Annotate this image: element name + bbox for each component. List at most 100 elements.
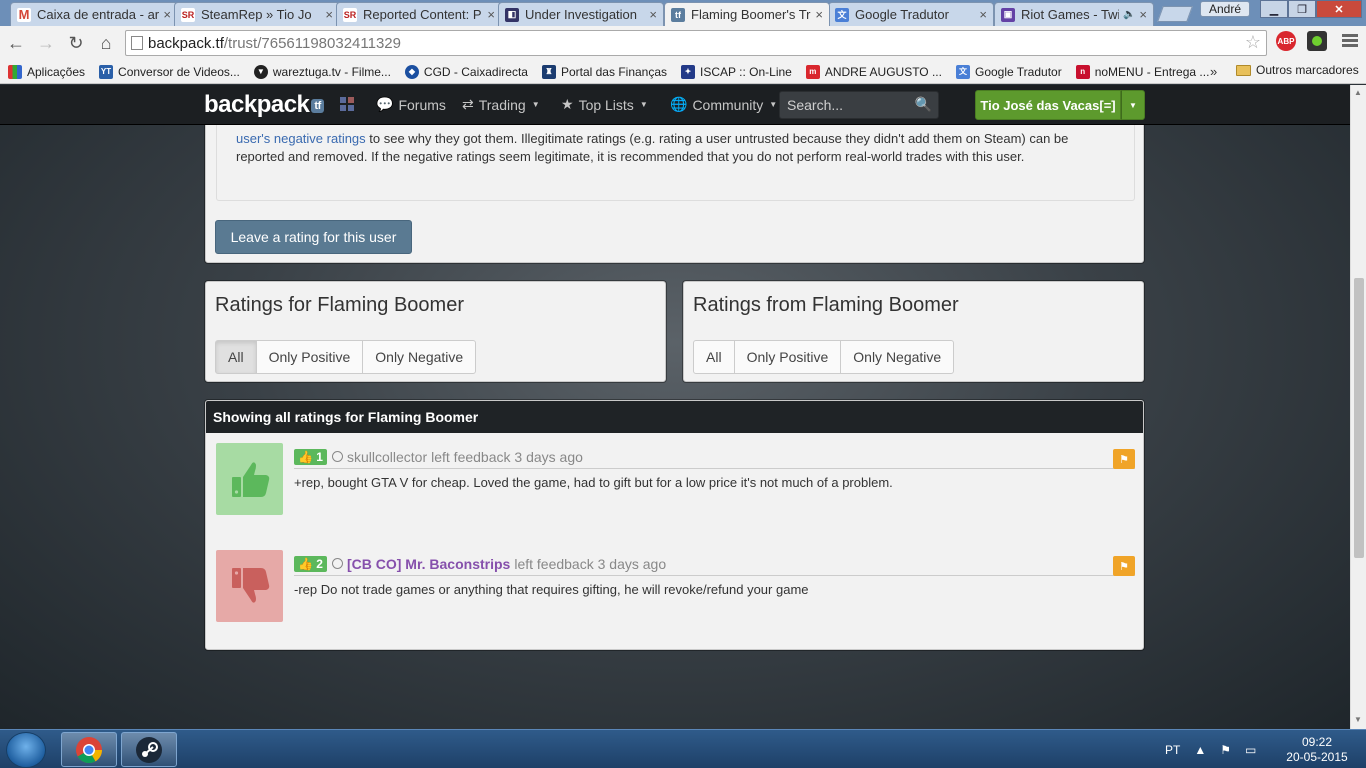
page-scrollbar[interactable]: ▲ ▼ [1350,85,1366,729]
start-button[interactable] [6,732,46,768]
bookmark-nomenu[interactable]: n noMENU - Entrega ... [1075,64,1209,79]
bookmark-cgd[interactable]: ◆ CGD - Caixadirecta [404,64,528,79]
filter-only-negative[interactable]: Only Negative [840,340,955,374]
report-flag-icon[interactable]: ⚑ [1113,556,1135,576]
site-search-input[interactable]: Search... 🔍 [779,91,939,119]
tab-reported-content[interactable]: SR Reported Content: P × [336,2,502,26]
bookmark-apps[interactable]: Aplicações [8,64,85,79]
rating-entry-header: 👍 2 [CB CO] Mr. Baconstrips left feedbac… [294,552,1135,576]
trust-info-box: If you are wondering whether you should … [216,116,1135,201]
vote-badge[interactable]: 👍 2 [294,555,327,572]
language-indicator[interactable]: PT [1165,743,1180,757]
close-tab-icon[interactable]: × [163,7,171,22]
new-tab-button[interactable] [1157,6,1193,22]
ratings-list-header: Showing all ratings for Flaming Boomer [206,401,1143,433]
extension-icon[interactable] [1307,31,1327,51]
filter-all[interactable]: All [693,340,735,374]
close-tab-icon[interactable]: × [979,7,987,22]
rating-text: -rep Do not trade games or anything that… [294,582,809,597]
tab-steamrep[interactable]: SR SteamRep » Tio Jo × [174,2,340,26]
nav-trading[interactable]: ⇄ Trading ▼ [462,96,540,113]
taskbar-chrome[interactable] [61,732,117,767]
tab-gmail[interactable]: M Caixa de entrada - ar × [10,2,178,26]
nav-forums[interactable]: 💬 Forums [376,96,446,113]
profile-name[interactable]: André [1199,1,1250,17]
bookmark-conversor[interactable]: YT Conversor de Videos... [99,64,240,79]
vote-badge[interactable]: 👍 1 [294,448,327,465]
report-flag-icon[interactable]: ⚑ [1113,449,1135,469]
ratings-from-filter: All Only Positive Only Negative [693,340,955,374]
chevron-down-icon: ▼ [531,100,540,109]
scrollbar-thumb[interactable] [1354,278,1364,558]
close-tab-icon[interactable]: × [1139,7,1147,22]
filter-only-positive[interactable]: Only Positive [255,340,364,374]
browser-toolbar: ← → ↻ ⌂ backpack.tf/trust/76561198032411… [0,26,1366,60]
tab-flaming-boomer[interactable]: tf Flaming Boomer's Tr × [664,2,830,26]
bookmark-star-icon[interactable]: ☆ [1245,32,1261,53]
translate-icon: 文 [955,64,970,79]
forward-button[interactable]: → [32,29,60,57]
backpack-logo[interactable]: backpack tf [204,91,324,119]
filter-all[interactable]: All [215,340,257,374]
ratings-list-panel: Showing all ratings for Flaming Boomer 👍… [205,400,1144,650]
clock-date: 20-05-2015 [1286,750,1348,764]
scroll-up-icon[interactable]: ▲ [1354,88,1362,97]
tab-under-investigation[interactable]: ◧ Under Investigation × [498,2,664,26]
rating-entry: 👍 1 skullcollector left feedback 3 days … [216,443,1135,515]
reload-button[interactable]: ↻ [62,29,90,57]
rating-action: left feedback [514,555,594,572]
apps-grid-icon [8,64,22,79]
close-window-button[interactable]: ✕ [1316,0,1362,18]
scroll-down-icon[interactable]: ▼ [1354,715,1362,724]
bookmark-wareztuga[interactable]: ▼ wareztuga.tv - Filme... [253,64,391,79]
close-tab-icon[interactable]: × [487,7,495,22]
search-icon[interactable]: 🔍 [915,96,932,113]
adblock-plus-icon[interactable]: ABP [1276,31,1296,51]
url-path: /trust/76561198032411329 [223,34,401,52]
close-tab-icon[interactable]: × [815,7,823,22]
back-button[interactable]: ← [2,29,30,57]
window-controls: ▁ ❐ ✕ [1260,0,1362,18]
taskbar-clock[interactable]: 09:22 20-05-2015 [1282,735,1352,765]
maximize-button[interactable]: ❐ [1288,0,1316,18]
ratings-from-panel: Ratings from Flaming Boomer All Only Pos… [683,281,1144,382]
tray-expand-icon[interactable]: ▲ [1194,743,1206,757]
rater-username[interactable]: [CB CO] Mr. Baconstrips [347,556,510,572]
leave-rating-button[interactable]: Leave a rating for this user [215,220,412,254]
nomenu-icon: n [1075,64,1090,79]
page-icon [131,36,143,50]
taskbar-steam[interactable] [121,732,177,767]
browser-tab-strip: M Caixa de entrada - ar × SR SteamRep » … [0,0,1366,26]
bookmark-andre-augusto[interactable]: m ANDRE AUGUSTO ... [805,64,942,79]
bookmark-iscap[interactable]: ✦ ISCAP :: On-Line [681,64,792,79]
gmail-icon: M [17,7,31,22]
rater-username[interactable]: skullcollector [347,449,427,465]
other-bookmarks[interactable]: Outros marcadores [1236,63,1359,77]
minimize-button[interactable]: ▁ [1260,0,1288,18]
action-center-flag-icon[interactable]: ⚑ [1220,743,1231,757]
close-tab-icon[interactable]: × [325,7,333,22]
iscap-icon: ✦ [681,64,696,79]
audio-icon[interactable]: 🔈 [1123,9,1135,20]
negative-ratings-link[interactable]: user's negative ratings [236,131,366,146]
bookmarks-overflow-button[interactable]: » [1210,64,1217,79]
nav-top-lists[interactable]: ★ Top Lists ▼ [561,96,648,113]
filter-only-positive[interactable]: Only Positive [733,340,842,374]
chrome-menu-icon[interactable] [1342,34,1358,49]
bookmark-google-tradutor[interactable]: 文 Google Tradutor [955,64,1062,79]
ratings-from-title: Ratings from Flaming Boomer [693,294,959,316]
close-tab-icon[interactable]: × [649,7,657,22]
nav-community[interactable]: 🌐 Community ▼ [670,96,777,113]
tab-google-tradutor[interactable]: 文 Google Tradutor × [828,2,994,26]
ratings-for-panel: Ratings for Flaming Boomer All Only Posi… [205,281,666,382]
user-menu-button[interactable]: Tio José das Vacas[=] [975,90,1121,120]
filter-only-negative[interactable]: Only Negative [362,340,477,374]
network-icon[interactable]: ▭ [1245,743,1256,757]
apps-grid-icon[interactable] [340,97,354,111]
user-menu-caret[interactable]: ▼ [1121,90,1145,120]
address-bar[interactable]: backpack.tf/trust/76561198032411329 ☆ [125,30,1267,56]
bookmark-financas[interactable]: ♜ Portal das Finanças [541,64,667,79]
tab-riot-games-twitch[interactable]: ▣ Riot Games - Twi 🔈 × [994,2,1154,26]
home-button[interactable]: ⌂ [92,29,120,57]
trust-info-text: If you are wondering whether you should … [236,119,1116,166]
